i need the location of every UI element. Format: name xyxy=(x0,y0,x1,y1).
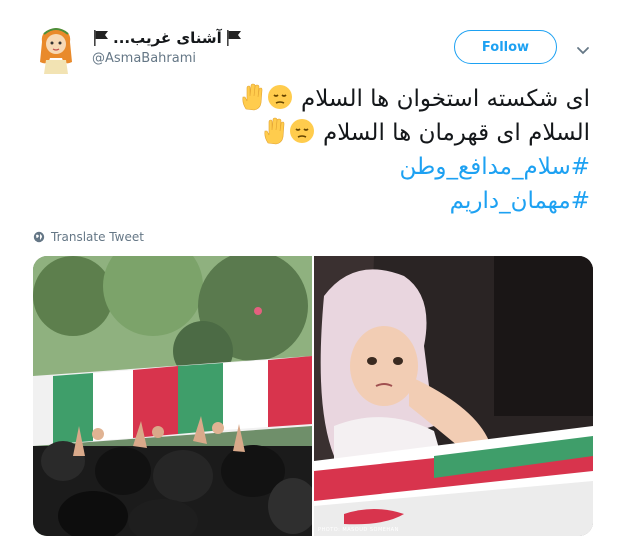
follow-button[interactable]: Follow xyxy=(454,30,557,64)
translate-tweet-link[interactable]: Translate Tweet xyxy=(33,230,144,244)
hashtag-link[interactable]: #مهمان_داریم xyxy=(180,184,590,218)
photo-credit: PHOTO: MASOUD SOMEHAN xyxy=(318,527,399,533)
tweet-text: ای شکسته استخوان ها السلام السلام ای قهر… xyxy=(180,82,590,218)
translate-label: Translate Tweet xyxy=(51,230,144,244)
photo-right[interactable]: PHOTO: MASOUD SOMEHAN xyxy=(314,256,593,536)
tweet-line-2: السلام ای قهرمان ها السلام xyxy=(322,120,590,146)
raised-hand-icon xyxy=(260,117,288,145)
media-grid: PHOTO: MASOUD SOMEHAN xyxy=(33,256,593,536)
display-name-row[interactable]: آشنای غریب... xyxy=(92,26,243,50)
raised-hand-icon xyxy=(238,83,266,111)
black-flag-icon xyxy=(92,29,110,47)
avatar[interactable] xyxy=(34,22,78,74)
tweet-card: آشنای غریب... @AsmaBahrami Follow ای شکس… xyxy=(0,0,626,552)
hashtag-link[interactable]: #سلام_مدافع_وطن xyxy=(180,150,590,184)
display-name: آشنای غریب... xyxy=(113,29,222,47)
globe-icon xyxy=(33,231,45,243)
chevron-down-icon[interactable] xyxy=(576,41,590,55)
black-flag-icon xyxy=(225,29,243,47)
pensive-face-icon xyxy=(266,83,294,111)
tweet-line-1: ای شکسته استخوان ها السلام xyxy=(300,86,590,112)
pensive-face-icon xyxy=(288,117,316,145)
user-handle[interactable]: @AsmaBahrami xyxy=(92,51,196,66)
photo-left[interactable] xyxy=(33,256,312,536)
